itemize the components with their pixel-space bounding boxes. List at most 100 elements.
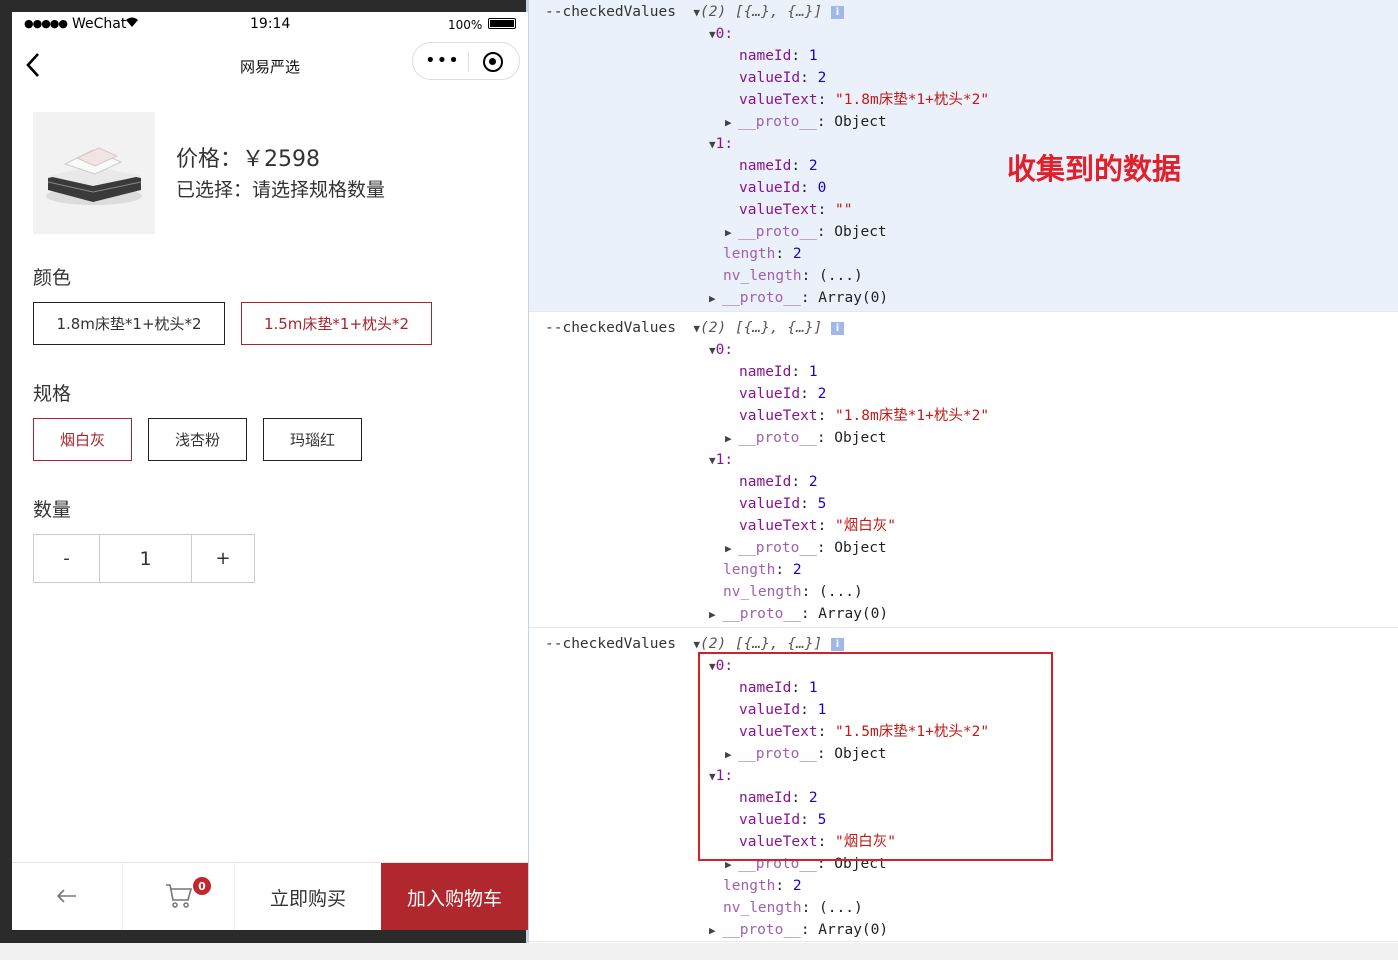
array-summary: (2) [{…}, {…}]: [700, 636, 823, 652]
info-icon[interactable]: i: [831, 637, 844, 651]
prop-value: : Array(0): [800, 606, 889, 622]
prop-key: __proto__: [738, 224, 817, 240]
prop-key: length: [723, 878, 776, 894]
prop-value: 2: [817, 70, 827, 86]
console-token: :: [800, 496, 818, 512]
prop-key: valueText: [739, 92, 818, 108]
console-header[interactable]: --checkedValues ▼(2) [{…}, {…}] i: [545, 318, 844, 339]
console-token: [676, 4, 693, 20]
prop-value: "": [835, 202, 853, 218]
console-token: [822, 4, 831, 20]
prop-key: valueText: [739, 202, 818, 218]
prop-key: valueId: [739, 70, 801, 86]
selected-summary: 已选择：请选择规格数量: [176, 179, 386, 201]
prop-row: valueId: 2: [739, 68, 826, 88]
console-token: [822, 320, 831, 336]
prop-value: "1.8m床垫*1+枕头*2": [835, 92, 990, 108]
array-index-row[interactable]: ▼1:: [709, 134, 733, 155]
spec-option-3[interactable]: 玛瑙红: [263, 418, 362, 461]
prop-row: nv_length: (...): [723, 266, 863, 286]
prop-row: valueId: 0: [739, 178, 826, 198]
prop-value: "烟白灰": [835, 518, 897, 534]
add-to-cart-button[interactable]: 加入购物车: [381, 863, 528, 930]
console-token: [822, 636, 831, 652]
prop-key: length: [723, 246, 776, 262]
prop-row: length: 2: [723, 560, 802, 580]
prop-key: length: [723, 562, 776, 578]
array-index-row[interactable]: ▼1:: [709, 450, 733, 471]
expand-triangle-icon: ▶: [709, 924, 723, 937]
proto-row[interactable]: ▶ __proto__: Array(0): [709, 604, 888, 625]
color-option-1[interactable]: 1.8m床垫*1+枕头*2: [33, 302, 225, 345]
array-index: 1:: [715, 452, 734, 468]
expand-triangle-icon: ▼: [709, 454, 716, 467]
array-index-row[interactable]: ▼0:: [709, 340, 733, 361]
more-menu-icon[interactable]: •••: [425, 52, 460, 70]
increase-button[interactable]: +: [192, 535, 254, 582]
array-index-row[interactable]: ▼0:: [709, 24, 733, 45]
info-icon[interactable]: i: [831, 321, 844, 335]
prop-value: 2: [817, 386, 827, 402]
prop-row: length: 2: [723, 876, 802, 896]
console-token: :: [791, 364, 809, 380]
prop-value: 2: [808, 474, 818, 490]
proto-row[interactable]: ▶ __proto__: Object: [725, 428, 887, 449]
prop-key: valueId: [739, 496, 801, 512]
proto-row[interactable]: ▶ __proto__: Array(0): [709, 920, 888, 941]
prop-key: __proto__: [738, 430, 817, 446]
console-log-entry: [529, 0, 1398, 312]
proto-row[interactable]: ▶ __proto__: Object: [725, 222, 887, 243]
console-token: :: [817, 92, 836, 108]
console-token: :: [817, 408, 836, 424]
product-image: [33, 112, 155, 234]
prop-key: __proto__: [722, 606, 801, 622]
close-program-icon[interactable]: [483, 52, 503, 72]
prop-key: nameId: [739, 364, 792, 380]
expand-triangle-icon: ▶: [709, 292, 723, 305]
quantity-value[interactable]: 1: [100, 535, 192, 582]
status-time: 19:14: [250, 16, 291, 32]
log-label: --checkedValues: [545, 4, 676, 20]
expand-triangle-icon: ▶: [709, 608, 723, 621]
console-header[interactable]: --checkedValues ▼(2) [{…}, {…}] i: [545, 2, 844, 23]
prop-value: : (...): [801, 268, 863, 284]
console-token: [676, 636, 693, 652]
info-icon[interactable]: i: [831, 5, 844, 19]
prop-key: nameId: [739, 158, 792, 174]
prop-key: nv_length: [723, 268, 802, 284]
proto-row[interactable]: ▶ __proto__: Object: [725, 112, 887, 133]
proto-row[interactable]: ▶ __proto__: Array(0): [709, 288, 888, 309]
console-token: :: [775, 246, 793, 262]
array-summary: (2) [{…}, {…}]: [700, 320, 823, 336]
home-back-button[interactable]: [12, 863, 123, 930]
prop-row: valueText: "烟白灰": [739, 516, 896, 536]
prop-value: "1.8m床垫*1+枕头*2": [835, 408, 990, 424]
section-title-quantity: 数量: [33, 499, 72, 521]
console-token: :: [775, 562, 793, 578]
prop-value: : Object: [816, 114, 887, 130]
spec-option-1[interactable]: 烟白灰: [33, 418, 132, 461]
window-bottom-edge: [0, 943, 1398, 960]
buy-now-button[interactable]: 立即购买: [235, 863, 381, 930]
prop-key: nameId: [739, 48, 792, 64]
cart-button[interactable]: 0: [123, 863, 235, 930]
prop-row: valueId: 2: [739, 384, 826, 404]
color-option-2[interactable]: 1.5m床垫*1+枕头*2: [241, 302, 432, 345]
console-token: :: [817, 518, 836, 534]
array-index: 0:: [715, 342, 734, 358]
proto-row[interactable]: ▶ __proto__: Object: [725, 538, 887, 559]
spec-option-2[interactable]: 浅杏粉: [148, 418, 247, 461]
decrease-button[interactable]: -: [34, 535, 100, 582]
prop-row: nameId: 1: [739, 46, 818, 66]
bottom-action-bar: 0 立即购买 加入购物车: [12, 862, 528, 930]
cart-count-badge: 0: [193, 877, 211, 895]
section-title-spec: 规格: [33, 383, 72, 405]
console-token: :: [791, 158, 809, 174]
prop-key: __proto__: [738, 114, 817, 130]
capsule-divider: [468, 52, 469, 72]
prop-key: nv_length: [723, 584, 802, 600]
prop-value: : (...): [801, 900, 863, 916]
signal-icon: ●●●●●: [24, 17, 68, 30]
expand-triangle-icon: ▶: [725, 116, 739, 129]
array-index: 1:: [715, 136, 734, 152]
